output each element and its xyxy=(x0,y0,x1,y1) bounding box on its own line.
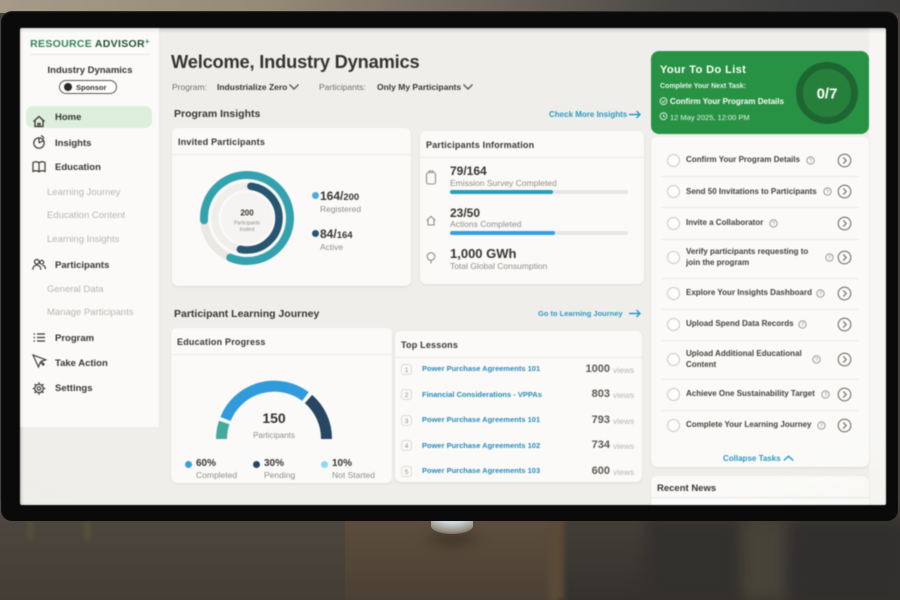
svg-text:Invited: Invited xyxy=(240,227,255,233)
svg-text:0/7: 0/7 xyxy=(817,86,838,103)
svg-text:150: 150 xyxy=(262,410,286,426)
svg-text:200: 200 xyxy=(240,209,254,218)
svg-text:?: ? xyxy=(819,291,822,297)
svg-text:?: ? xyxy=(824,392,827,398)
svg-text:?: ? xyxy=(826,190,829,196)
svg-text:?: ? xyxy=(809,158,812,164)
svg-text:?: ? xyxy=(828,255,831,261)
svg-text:?: ? xyxy=(772,221,775,227)
svg-text:Participants: Participants xyxy=(253,431,295,440)
svg-text:Participants: Participants xyxy=(234,221,261,227)
svg-text:?: ? xyxy=(815,358,818,364)
svg-text:?: ? xyxy=(820,423,823,429)
svg-text:?: ? xyxy=(801,322,804,328)
